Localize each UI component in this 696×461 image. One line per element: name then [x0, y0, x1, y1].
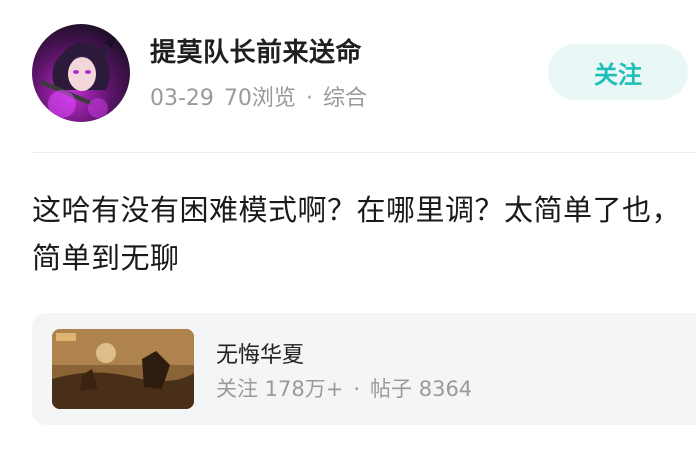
stats-separator: · — [353, 377, 361, 401]
meta-separator: · — [305, 86, 313, 111]
game-posts: 帖子 8364 — [370, 377, 473, 401]
header-divider — [32, 152, 696, 153]
game-followers: 关注 178万+ — [216, 377, 344, 401]
post-category[interactable]: 综合 — [323, 86, 367, 111]
game-stats: 关注 178万+ · 帖子 8364 — [216, 373, 472, 403]
post-text: 这哈有没有困难模式啊？在哪里调？太简单了也，简单到无聊 — [32, 193, 682, 275]
game-name[interactable]: 无悔华夏 — [216, 337, 304, 369]
game-cover-icon — [52, 329, 194, 409]
post-views: 70浏览 — [223, 86, 296, 111]
game-thumbnail[interactable] — [52, 329, 194, 409]
post-page: 提莫队长前来送命 03-29 70浏览 · 综合 关注 这哈有没有困难模式啊？在哪里调… — [0, 0, 696, 461]
avatar-illustration-icon — [40, 34, 118, 118]
author-avatar[interactable] — [32, 24, 130, 122]
game-card[interactable]: 无悔华夏 关注 178万+ · 帖子 8364 — [32, 313, 696, 425]
post-meta: 03-29 70浏览 · 综合 — [150, 80, 367, 112]
post-date: 03-29 — [150, 86, 214, 111]
follow-button[interactable]: 关注 — [548, 44, 688, 100]
author-name[interactable]: 提莫队长前来送命 — [150, 32, 362, 69]
